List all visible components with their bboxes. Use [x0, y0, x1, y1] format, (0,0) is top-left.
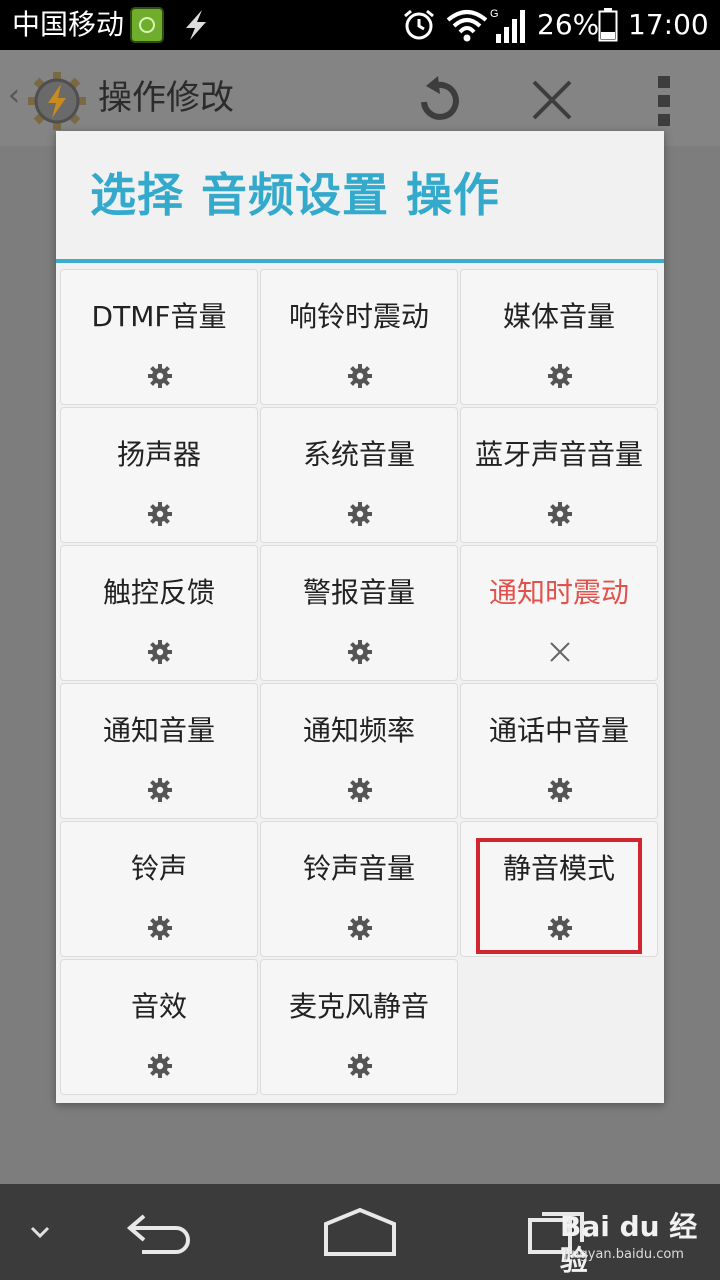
action-item[interactable]: DTMF音量 — [60, 269, 258, 405]
gear-icon — [148, 1054, 172, 1078]
action-item[interactable]: 通知频率 — [260, 683, 458, 819]
gear-icon — [148, 364, 172, 388]
title-divider — [56, 259, 664, 263]
action-item-label: 通知音量 — [102, 714, 215, 747]
watermark-url: jingyan.baidu.com — [564, 1247, 684, 1262]
action-item[interactable]: 通知时震动 — [460, 545, 658, 681]
app-notification-icon — [130, 7, 164, 43]
action-item-label: 响铃时震动 — [288, 300, 429, 333]
gear-icon — [148, 502, 172, 526]
tasker-logo-icon — [28, 72, 86, 130]
refresh-icon[interactable] — [412, 72, 466, 126]
dialog-title: 选择 音频设置 操作 — [90, 168, 501, 222]
lightning-icon — [186, 10, 206, 40]
action-select-dialog: 选择 音频设置 操作 DTMF音量 响铃时震动 媒体音量扬声器 系统音量 蓝牙声音音量触… — [56, 131, 664, 1103]
action-item[interactable]: 铃声 — [60, 821, 258, 957]
action-item-label: 媒体音量 — [502, 300, 615, 333]
action-item[interactable]: 通知音量 — [60, 683, 258, 819]
alarm-clock-icon — [404, 9, 434, 40]
gear-icon — [348, 640, 372, 664]
action-item-label: 铃声音量 — [302, 852, 415, 885]
svg-text:G: G — [490, 8, 499, 20]
action-item-label: 蓝牙声音音量 — [474, 438, 643, 471]
gear-icon — [548, 364, 572, 388]
gear-icon — [348, 364, 372, 388]
back-icon[interactable] — [124, 1204, 196, 1260]
overflow-menu-icon[interactable] — [656, 76, 672, 126]
action-item[interactable]: 警报音量 — [260, 545, 458, 681]
home-icon[interactable] — [322, 1206, 398, 1258]
close-icon[interactable] — [528, 76, 576, 124]
gear-icon — [548, 778, 572, 802]
gear-icon — [348, 916, 372, 940]
action-item-label: 通知频率 — [302, 714, 415, 747]
gear-icon — [348, 1054, 372, 1078]
chevron-down-icon[interactable] — [26, 1218, 54, 1246]
gear-icon — [548, 502, 572, 526]
cell-signal-icon: G — [490, 8, 525, 43]
back-chevron-icon[interactable]: ‹ — [8, 78, 20, 113]
action-item[interactable]: 麦克风静音 — [260, 959, 458, 1095]
highlight-box — [476, 838, 642, 954]
action-item-label: 通话中音量 — [488, 714, 629, 747]
close-icon — [550, 642, 570, 662]
action-item[interactable]: 媒体音量 — [460, 269, 658, 405]
page-title: 操作修改 — [98, 78, 234, 118]
gear-icon — [148, 778, 172, 802]
gear-icon — [148, 640, 172, 664]
carrier-name: 中国移动 — [12, 8, 125, 41]
action-item[interactable]: 响铃时震动 — [260, 269, 458, 405]
action-item-label: 系统音量 — [302, 438, 415, 471]
action-item-label: 扬声器 — [116, 438, 201, 471]
action-item[interactable]: 蓝牙声音音量 — [460, 407, 658, 543]
action-item[interactable]: 铃声音量 — [260, 821, 458, 957]
action-item-label: 触控反馈 — [102, 576, 215, 609]
gear-icon — [348, 778, 372, 802]
gear-icon — [348, 502, 372, 526]
navigation-bar: Bai du 经验 jingyan.baidu.com — [0, 1184, 720, 1280]
battery-percent: 26% — [537, 8, 600, 41]
clock: 17:00 — [628, 8, 709, 41]
action-item-label: DTMF音量 — [91, 300, 227, 333]
action-item-label: 音效 — [130, 990, 187, 1023]
action-item[interactable]: 系统音量 — [260, 407, 458, 543]
action-item-label: 警报音量 — [302, 576, 415, 609]
status-bar: 中国移动 G 26% 17:00 — [0, 0, 720, 50]
wifi-icon — [446, 10, 488, 42]
action-item[interactable]: 扬声器 — [60, 407, 258, 543]
baidu-watermark: Bai du 经验 jingyan.baidu.com — [560, 1210, 720, 1277]
watermark-main: Bai du 经验 — [560, 1210, 698, 1277]
action-item[interactable]: 触控反馈 — [60, 545, 258, 681]
gear-icon — [148, 916, 172, 940]
action-item[interactable]: 音效 — [60, 959, 258, 1095]
battery-icon — [598, 8, 618, 42]
action-item-label: 铃声 — [130, 852, 187, 885]
action-item-label: 麦克风静音 — [288, 990, 429, 1023]
action-item[interactable]: 通话中音量 — [460, 683, 658, 819]
action-item-label: 通知时震动 — [488, 576, 629, 609]
